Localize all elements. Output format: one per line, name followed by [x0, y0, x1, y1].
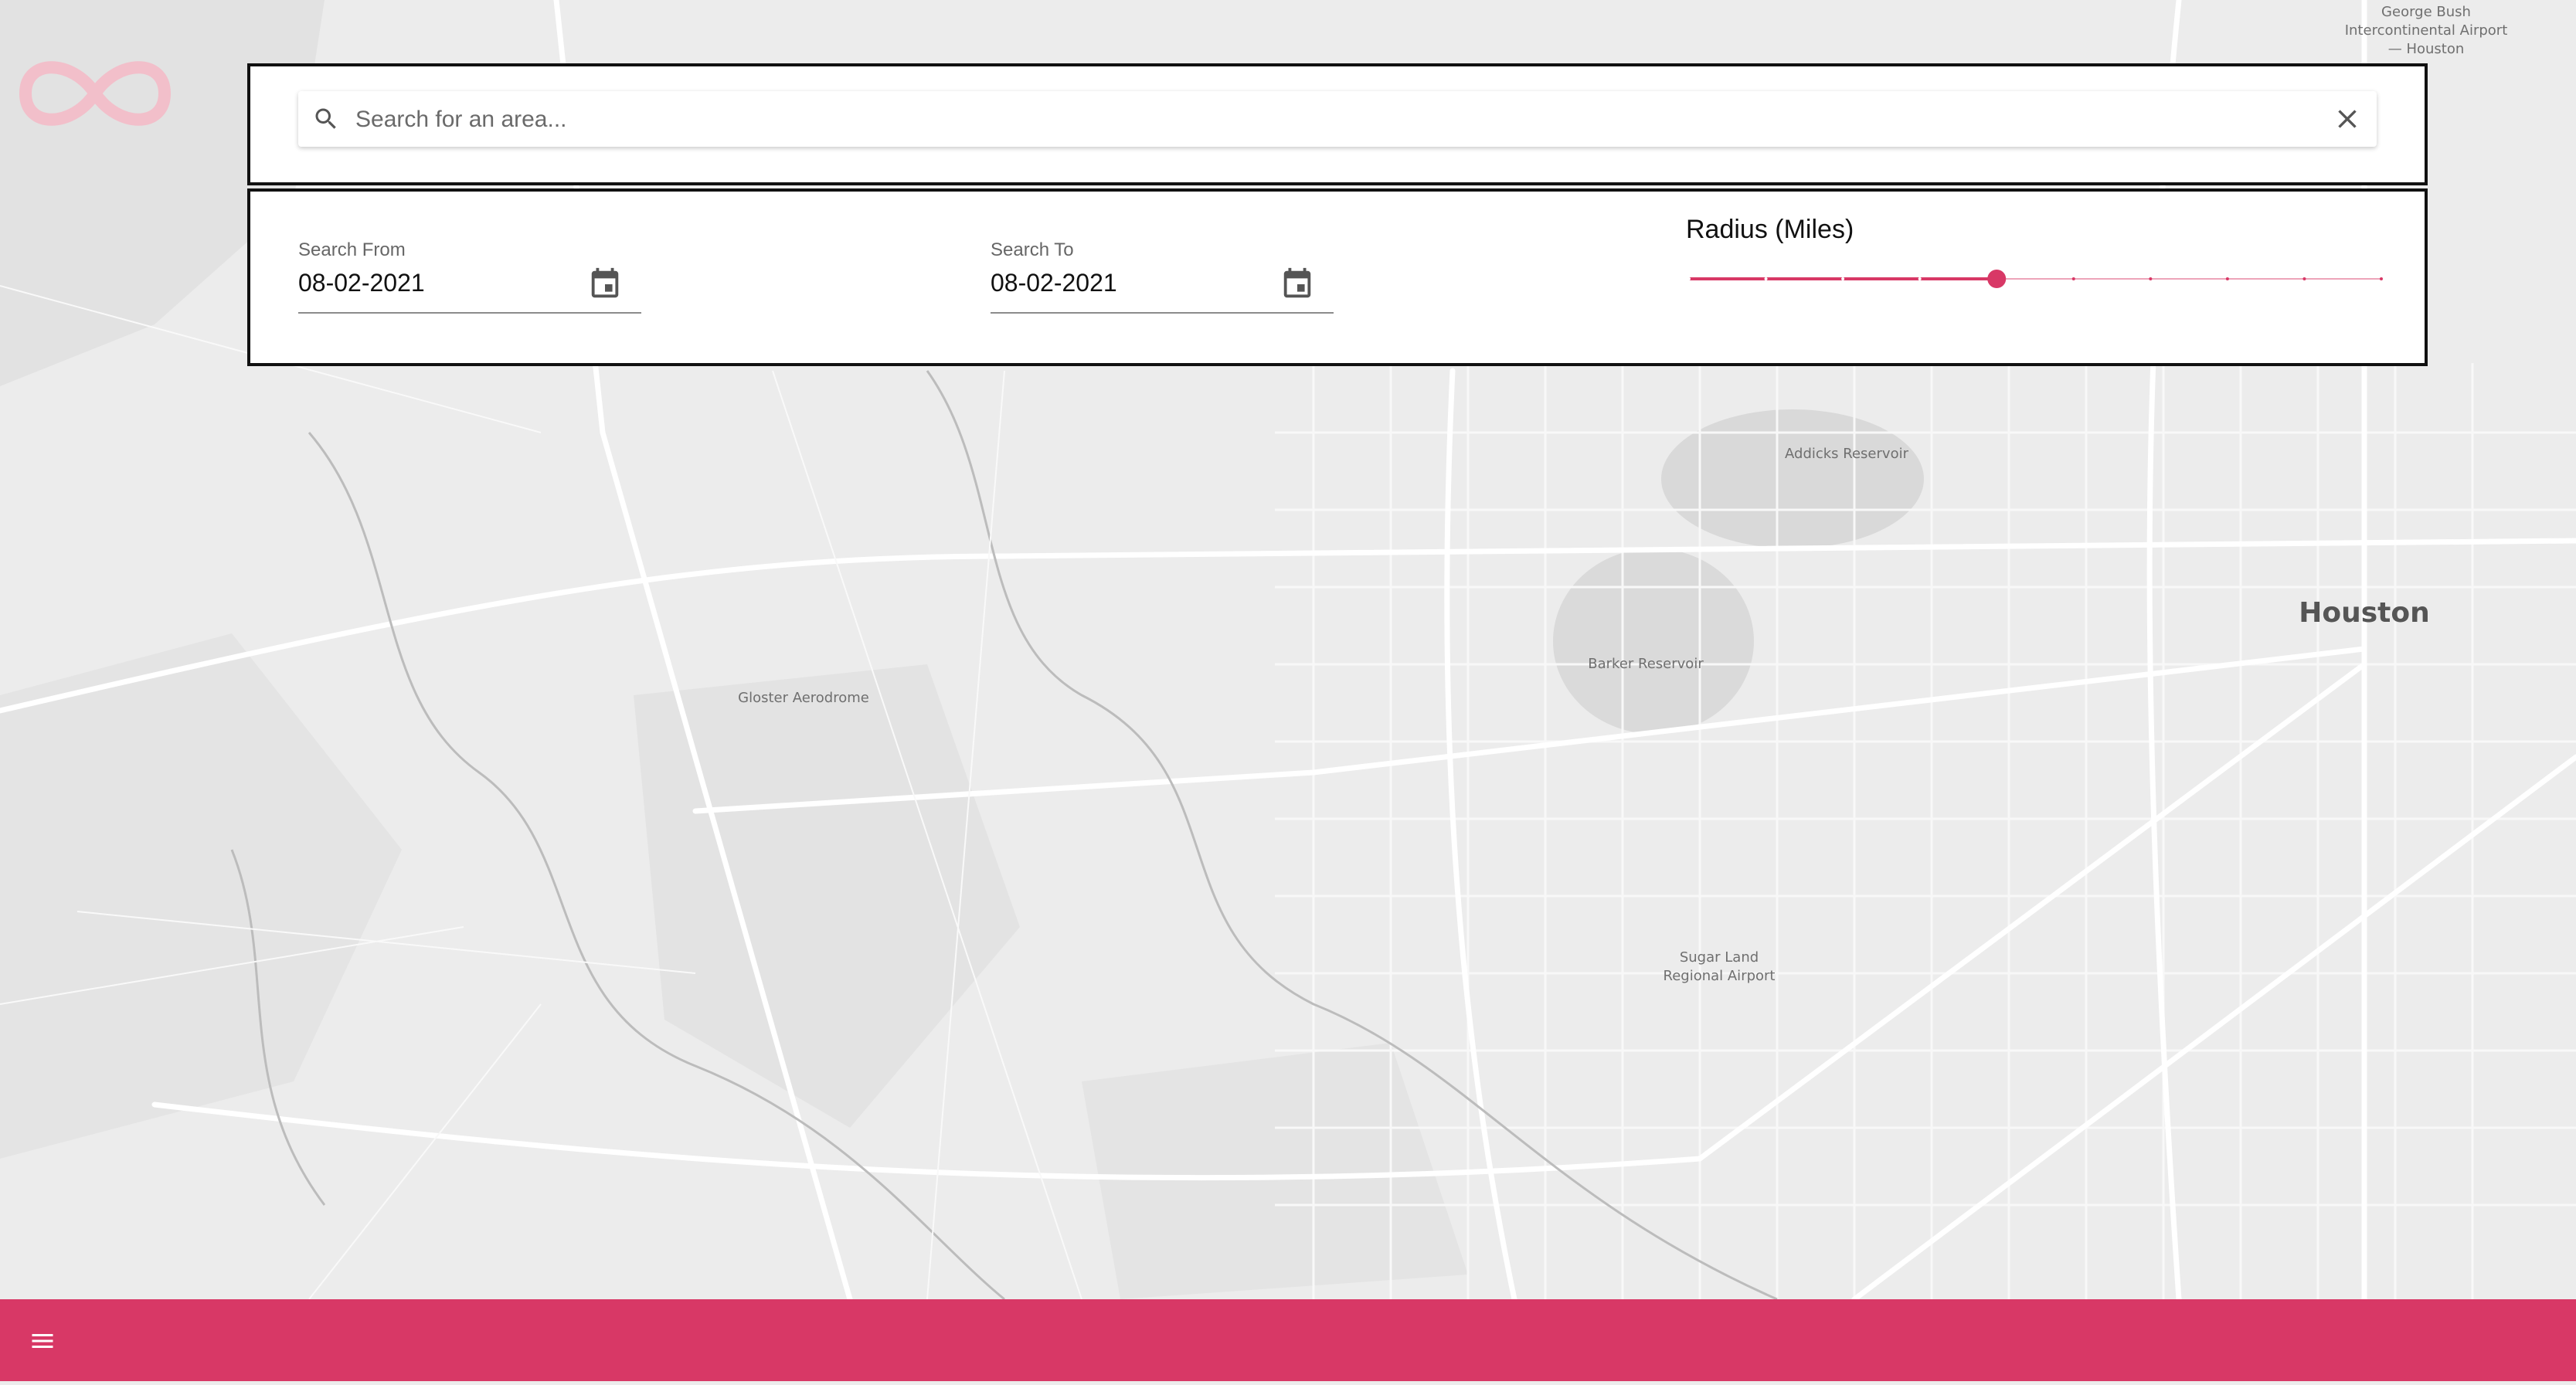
- search-icon: [315, 108, 336, 129]
- search-from-field[interactable]: Search From 08-02-2021: [298, 239, 641, 317]
- radius-slider-mark[interactable]: [1841, 277, 1845, 280]
- search-bar[interactable]: [298, 91, 2377, 148]
- map-label-iah-airport: George Bush Intercontinental Airport — H…: [2344, 4, 2508, 57]
- map-label-barker-reservoir: Barker Reservoir: [1588, 656, 1704, 672]
- radius-slider-thumb[interactable]: [1987, 270, 2007, 288]
- search-from-label: Search From: [298, 239, 406, 260]
- radius-slider-mark[interactable]: [2380, 277, 2383, 280]
- radius-slider-mark[interactable]: [2071, 277, 2075, 280]
- radius-slider-mark[interactable]: [2302, 277, 2306, 280]
- map-label-sugar-land-airport: Sugar Land Regional Airport: [1663, 949, 1776, 984]
- search-to-value[interactable]: 08-02-2021: [991, 269, 1117, 297]
- search-from-underline: [298, 312, 641, 314]
- bottom-bar: [0, 1299, 2576, 1381]
- radius-slider[interactable]: [1686, 266, 2389, 292]
- calendar-icon[interactable]: [587, 266, 623, 303]
- close-icon[interactable]: [2332, 104, 2363, 134]
- filter-panel: Search From 08-02-2021 Search To 08-02-2…: [247, 188, 2428, 366]
- map-label-addicks-reservoir: Addicks Reservoir: [1785, 446, 1908, 462]
- radius-slider-mark[interactable]: [2225, 277, 2229, 280]
- map-label-houston: Houston: [2299, 597, 2430, 629]
- radius-slider-mark[interactable]: [2149, 277, 2153, 280]
- radius-label: Radius (Miles): [1686, 215, 1854, 244]
- search-to-label: Search To: [991, 239, 1074, 260]
- radius-control: Radius (Miles): [1686, 215, 2389, 292]
- calendar-icon[interactable]: [1280, 266, 1315, 303]
- search-to-field[interactable]: Search To 08-02-2021: [991, 239, 1334, 317]
- radius-slider-mark[interactable]: [1687, 277, 1691, 280]
- radius-slider-mark[interactable]: [1764, 277, 1768, 280]
- search-panel: [247, 63, 2428, 185]
- radius-slider-mark[interactable]: [1918, 277, 1922, 280]
- search-input[interactable]: [354, 91, 2304, 148]
- infinity-logo-icon[interactable]: [14, 51, 176, 136]
- search-to-underline: [991, 312, 1334, 314]
- map-label-gloster-aerodrome: Gloster Aerodrome: [738, 690, 869, 706]
- hamburger-menu-icon[interactable]: [26, 1327, 59, 1355]
- search-from-value[interactable]: 08-02-2021: [298, 269, 425, 297]
